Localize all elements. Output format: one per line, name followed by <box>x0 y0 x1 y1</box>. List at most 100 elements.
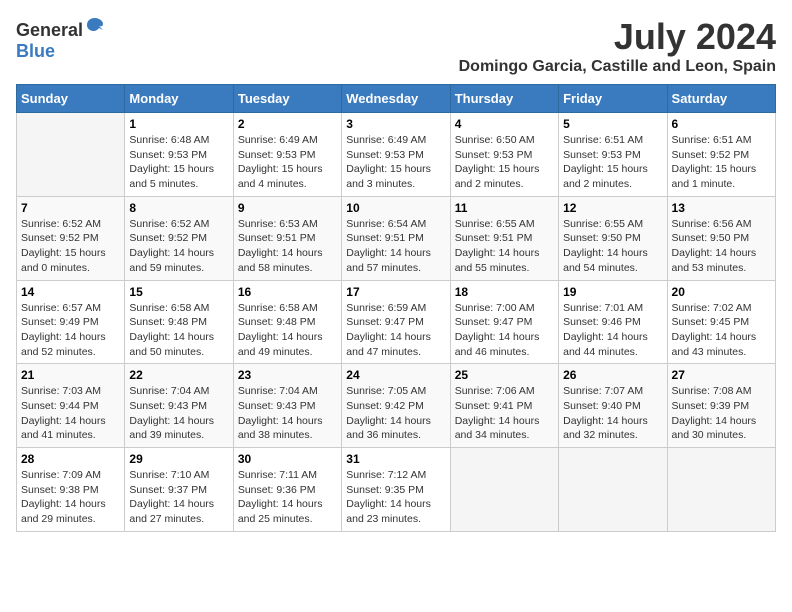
day-cell: 17 Sunrise: 6:59 AMSunset: 9:47 PMDayligh… <box>342 280 450 364</box>
day-info: Sunrise: 7:04 AMSunset: 9:43 PMDaylight:… <box>129 384 228 443</box>
header-cell-saturday: Saturday <box>667 85 775 113</box>
header-cell-monday: Monday <box>125 85 233 113</box>
day-info: Sunrise: 6:59 AMSunset: 9:47 PMDaylight:… <box>346 301 445 360</box>
day-info: Sunrise: 6:52 AMSunset: 9:52 PMDaylight:… <box>21 217 120 276</box>
day-cell: 23 Sunrise: 7:04 AMSunset: 9:43 PMDayligh… <box>233 364 341 448</box>
week-row-1: 1 Sunrise: 6:48 AMSunset: 9:53 PMDaylight… <box>17 113 776 197</box>
title-block: July 2024 Domingo Garcia, Castille and L… <box>459 16 776 76</box>
day-cell: 6 Sunrise: 6:51 AMSunset: 9:52 PMDaylight… <box>667 113 775 197</box>
day-cell: 13Sunrise: 6:56 AMSunset: 9:50 PMDayligh… <box>667 196 775 280</box>
day-cell: 25Sunrise: 7:06 AMSunset: 9:41 PMDayligh… <box>450 364 558 448</box>
day-info: Sunrise: 7:00 AMSunset: 9:47 PMDaylight:… <box>455 301 554 360</box>
week-row-2: 7 Sunrise: 6:52 AMSunset: 9:52 PMDaylight… <box>17 196 776 280</box>
day-info: Sunrise: 7:05 AMSunset: 9:42 PMDaylight:… <box>346 384 445 443</box>
header-cell-wednesday: Wednesday <box>342 85 450 113</box>
day-cell: 20 Sunrise: 7:02 AMSunset: 9:45 PMDayligh… <box>667 280 775 364</box>
day-number: 12 <box>563 201 662 215</box>
calendar-table: SundayMondayTuesdayWednesdayThursdayFrid… <box>16 84 776 532</box>
day-cell: 18 Sunrise: 7:00 AMSunset: 9:47 PMDayligh… <box>450 280 558 364</box>
day-info: Sunrise: 6:57 AMSunset: 9:49 PMDaylight:… <box>21 301 120 360</box>
day-info: Sunrise: 7:03 AMSunset: 9:44 PMDaylight:… <box>21 384 120 443</box>
day-cell: 22 Sunrise: 7:04 AMSunset: 9:43 PMDayligh… <box>125 364 233 448</box>
day-cell: 2 Sunrise: 6:49 AMSunset: 9:53 PMDaylight… <box>233 113 341 197</box>
day-info: Sunrise: 7:04 AMSunset: 9:43 PMDaylight:… <box>238 384 337 443</box>
day-number: 9 <box>238 201 337 215</box>
day-cell: 1 Sunrise: 6:48 AMSunset: 9:53 PMDaylight… <box>125 113 233 197</box>
day-cell: 24 Sunrise: 7:05 AMSunset: 9:42 PMDayligh… <box>342 364 450 448</box>
day-info: Sunrise: 6:48 AMSunset: 9:53 PMDaylight:… <box>129 133 228 192</box>
day-number: 26 <box>563 368 662 382</box>
day-cell: 12Sunrise: 6:55 AMSunset: 9:50 PMDayligh… <box>559 196 667 280</box>
day-info: Sunrise: 6:51 AMSunset: 9:53 PMDaylight:… <box>563 133 662 192</box>
day-number: 25 <box>455 368 554 382</box>
day-cell: 11Sunrise: 6:55 AMSunset: 9:51 PMDayligh… <box>450 196 558 280</box>
header-row: SundayMondayTuesdayWednesdayThursdayFrid… <box>17 85 776 113</box>
day-cell: 29 Sunrise: 7:10 AMSunset: 9:37 PMDayligh… <box>125 448 233 532</box>
day-number: 13 <box>672 201 771 215</box>
day-number: 7 <box>21 201 120 215</box>
logo-text: General Blue <box>16 16 105 62</box>
day-number: 21 <box>21 368 120 382</box>
week-row-4: 21 Sunrise: 7:03 AMSunset: 9:44 PMDayligh… <box>17 364 776 448</box>
day-cell: 10 Sunrise: 6:54 AMSunset: 9:51 PMDayligh… <box>342 196 450 280</box>
day-info: Sunrise: 7:08 AMSunset: 9:39 PMDaylight:… <box>672 384 771 443</box>
day-cell: 28 Sunrise: 7:09 AMSunset: 9:38 PMDayligh… <box>17 448 125 532</box>
header-cell-tuesday: Tuesday <box>233 85 341 113</box>
day-info: Sunrise: 6:51 AMSunset: 9:52 PMDaylight:… <box>672 133 771 192</box>
day-info: Sunrise: 6:58 AMSunset: 9:48 PMDaylight:… <box>129 301 228 360</box>
day-info: Sunrise: 7:02 AMSunset: 9:45 PMDaylight:… <box>672 301 771 360</box>
day-number: 10 <box>346 201 445 215</box>
header-cell-thursday: Thursday <box>450 85 558 113</box>
logo-blue: Blue <box>16 41 55 61</box>
day-number: 20 <box>672 285 771 299</box>
day-info: Sunrise: 6:53 AMSunset: 9:51 PMDaylight:… <box>238 217 337 276</box>
day-number: 16 <box>238 285 337 299</box>
day-cell: 19 Sunrise: 7:01 AMSunset: 9:46 PMDayligh… <box>559 280 667 364</box>
day-cell: 21 Sunrise: 7:03 AMSunset: 9:44 PMDayligh… <box>17 364 125 448</box>
day-info: Sunrise: 6:52 AMSunset: 9:52 PMDaylight:… <box>129 217 228 276</box>
day-cell: 26 Sunrise: 7:07 AMSunset: 9:40 PMDayligh… <box>559 364 667 448</box>
day-number: 3 <box>346 117 445 131</box>
day-info: Sunrise: 7:10 AMSunset: 9:37 PMDaylight:… <box>129 468 228 527</box>
day-cell <box>559 448 667 532</box>
day-number: 2 <box>238 117 337 131</box>
logo-general: General <box>16 20 83 40</box>
day-cell: 27 Sunrise: 7:08 AMSunset: 9:39 PMDayligh… <box>667 364 775 448</box>
day-number: 1 <box>129 117 228 131</box>
day-cell: 5 Sunrise: 6:51 AMSunset: 9:53 PMDaylight… <box>559 113 667 197</box>
day-cell <box>17 113 125 197</box>
day-cell: 7 Sunrise: 6:52 AMSunset: 9:52 PMDaylight… <box>17 196 125 280</box>
day-info: Sunrise: 7:07 AMSunset: 9:40 PMDaylight:… <box>563 384 662 443</box>
day-cell: 8Sunrise: 6:52 AMSunset: 9:52 PMDaylight… <box>125 196 233 280</box>
day-cell <box>450 448 558 532</box>
day-number: 31 <box>346 452 445 466</box>
day-cell <box>667 448 775 532</box>
day-cell: 15Sunrise: 6:58 AMSunset: 9:48 PMDayligh… <box>125 280 233 364</box>
day-number: 4 <box>455 117 554 131</box>
day-info: Sunrise: 7:01 AMSunset: 9:46 PMDaylight:… <box>563 301 662 360</box>
day-info: Sunrise: 7:11 AMSunset: 9:36 PMDaylight:… <box>238 468 337 527</box>
day-info: Sunrise: 7:09 AMSunset: 9:38 PMDaylight:… <box>21 468 120 527</box>
day-number: 24 <box>346 368 445 382</box>
day-number: 19 <box>563 285 662 299</box>
day-cell: 3 Sunrise: 6:49 AMSunset: 9:53 PMDaylight… <box>342 113 450 197</box>
day-number: 18 <box>455 285 554 299</box>
logo: General Blue <box>16 16 105 62</box>
day-info: Sunrise: 6:54 AMSunset: 9:51 PMDaylight:… <box>346 217 445 276</box>
day-number: 14 <box>21 285 120 299</box>
day-info: Sunrise: 6:49 AMSunset: 9:53 PMDaylight:… <box>238 133 337 192</box>
day-number: 29 <box>129 452 228 466</box>
day-number: 22 <box>129 368 228 382</box>
day-cell: 16Sunrise: 6:58 AMSunset: 9:48 PMDayligh… <box>233 280 341 364</box>
day-info: Sunrise: 7:12 AMSunset: 9:35 PMDaylight:… <box>346 468 445 527</box>
location-title: Domingo Garcia, Castille and Leon, Spain <box>459 58 776 76</box>
day-number: 27 <box>672 368 771 382</box>
day-number: 5 <box>563 117 662 131</box>
day-number: 11 <box>455 201 554 215</box>
day-number: 17 <box>346 285 445 299</box>
day-info: Sunrise: 6:49 AMSunset: 9:53 PMDaylight:… <box>346 133 445 192</box>
day-number: 28 <box>21 452 120 466</box>
week-row-3: 14 Sunrise: 6:57 AMSunset: 9:49 PMDayligh… <box>17 280 776 364</box>
day-number: 23 <box>238 368 337 382</box>
day-number: 6 <box>672 117 771 131</box>
